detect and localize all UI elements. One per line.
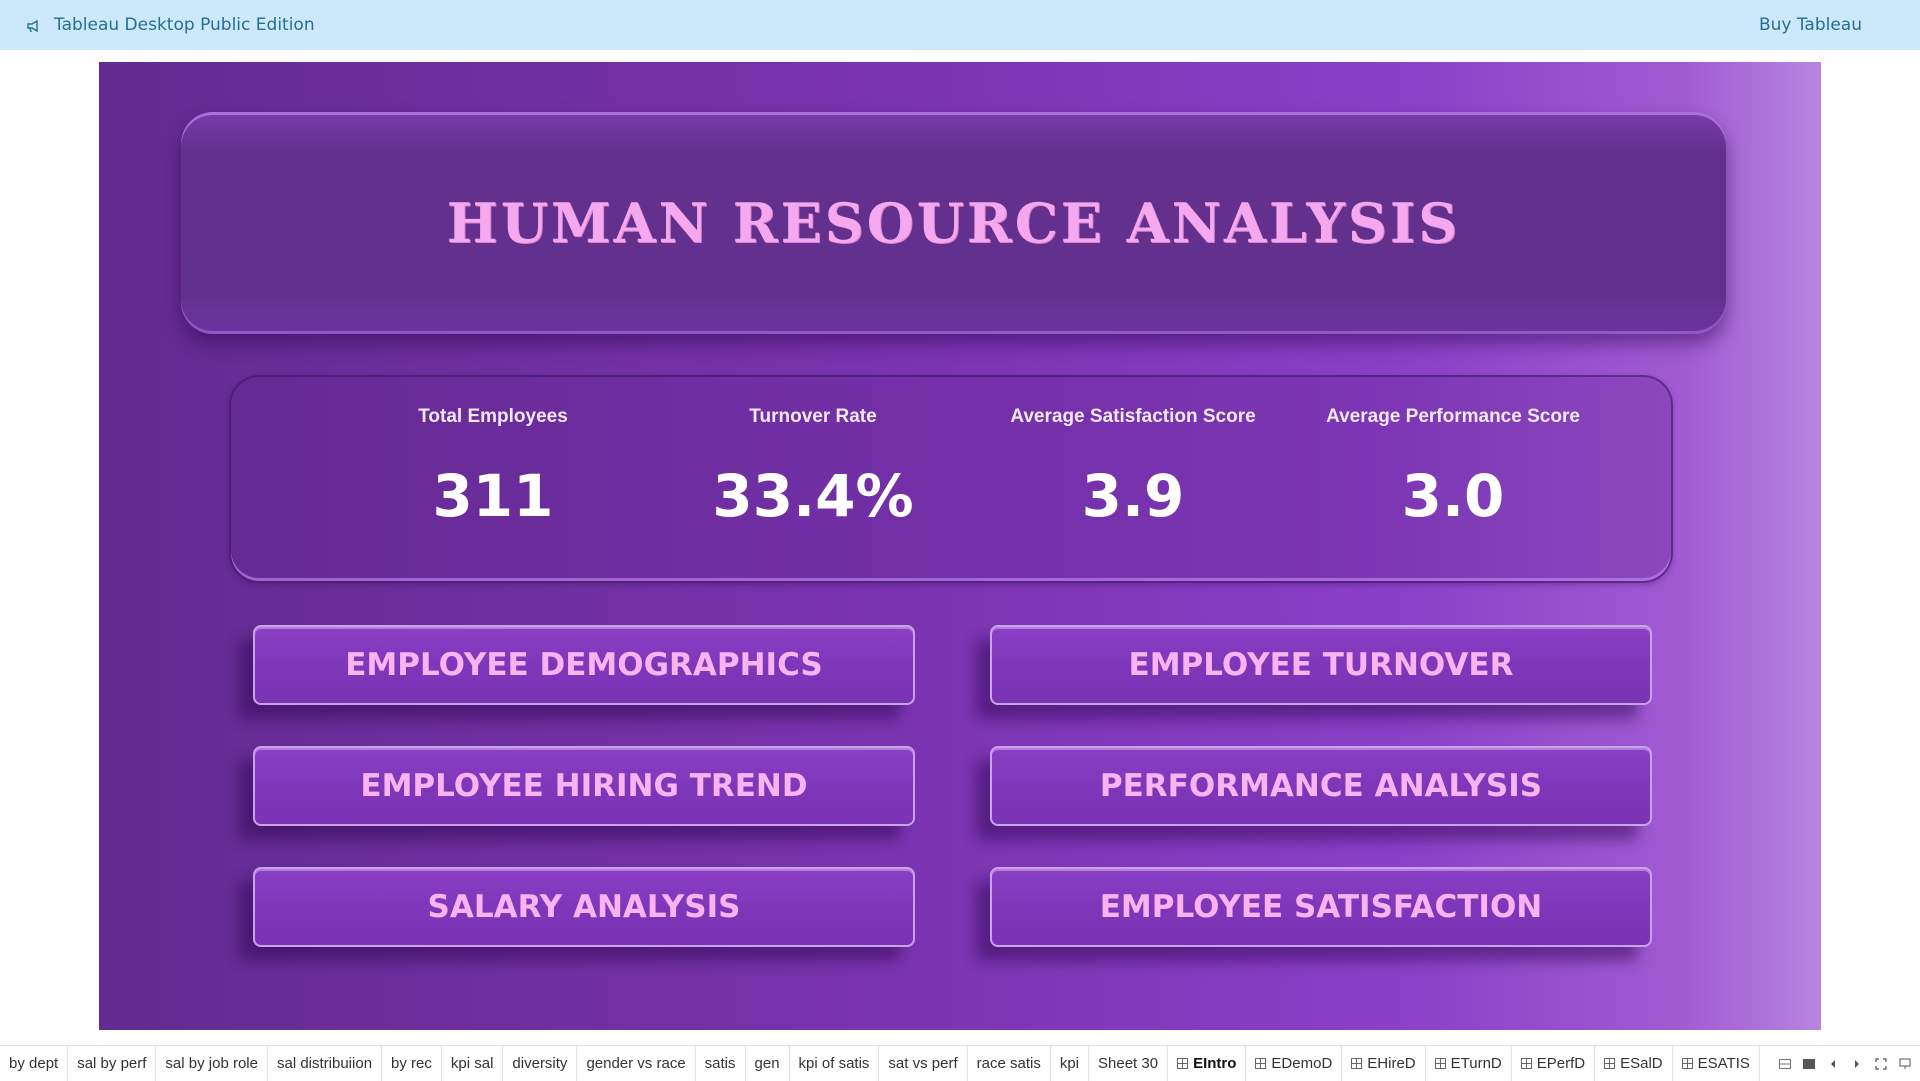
kpi-label: Average Performance Score: [1326, 406, 1580, 427]
show-sheets-icon[interactable]: [1778, 1057, 1792, 1071]
dashboard-grid-icon: [1255, 1058, 1267, 1069]
sheet-tab-label: race satis: [976, 1055, 1041, 1072]
sheet-tab[interactable]: EHireD: [1342, 1046, 1426, 1081]
sheet-tab[interactable]: sal by job role: [156, 1046, 268, 1081]
sheet-tabs: by dept sal by perf sal by job role sal dis…: [0, 1046, 1760, 1081]
next-icon[interactable]: [1850, 1057, 1864, 1071]
performance-analysis-button[interactable]: PERFORMANCE ANALYSIS: [990, 746, 1652, 826]
employee-satisfaction-button[interactable]: EMPLOYEE SATISFACTION: [990, 867, 1652, 947]
sheet-tab-label: diversity: [512, 1055, 568, 1072]
sheet-tab-label: gender vs race: [586, 1055, 686, 1072]
sheet-tab[interactable]: EPerfD: [1512, 1046, 1596, 1081]
kpi-label: Average Satisfaction Score: [1010, 406, 1256, 427]
dashboard-canvas: HUMAN RESOURCE ANALYSIS Total Employees …: [99, 62, 1821, 1030]
sheet-tab-label: Sheet 30: [1098, 1055, 1159, 1072]
kpi-avg-satisfaction: Average Satisfaction Score 3.9: [973, 377, 1293, 530]
employee-demographics-button[interactable]: EMPLOYEE DEMOGRAPHICS: [253, 625, 915, 705]
sheet-tab[interactable]: EDemoD: [1246, 1046, 1343, 1081]
buy-tableau-link[interactable]: Buy Tableau: [1759, 15, 1862, 35]
tab-controls: [1778, 1046, 1920, 1081]
presentation-icon[interactable]: [1898, 1057, 1912, 1071]
dashboard-grid-icon: [1177, 1058, 1189, 1069]
sheet-tab-label: ETurnD: [1450, 1055, 1502, 1072]
sheet-tab[interactable]: gender vs race: [577, 1046, 696, 1081]
megaphone-icon: [26, 18, 40, 33]
banner-left: Tableau Desktop Public Edition: [26, 15, 315, 35]
sheet-tab[interactable]: Sheet 30: [1089, 1046, 1169, 1081]
sheet-tab[interactable]: ESATIS: [1673, 1046, 1760, 1081]
sheet-tab[interactable]: EIntro: [1168, 1046, 1247, 1081]
sheet-tab-label: sat vs perf: [888, 1055, 958, 1072]
sheet-tab-label: EHireD: [1367, 1055, 1416, 1072]
kpi-value: 311: [432, 462, 554, 530]
sheet-tab-bar: by dept sal by perf sal by job role sal dis…: [0, 1045, 1920, 1081]
sheet-tab[interactable]: ETurnD: [1426, 1046, 1512, 1081]
kpi-total-employees: Total Employees 311: [333, 377, 653, 530]
dashboard-grid-icon: [1681, 1058, 1693, 1069]
sheet-tab-label: sal distribuiion: [276, 1055, 373, 1072]
kpi-label: Turnover Rate: [749, 406, 877, 427]
kpi-value: 3.9: [1081, 462, 1185, 530]
sheet-tab-label: ESalD: [1620, 1055, 1663, 1072]
sheet-tab[interactable]: race satis: [968, 1046, 1051, 1081]
kpi-label: Total Employees: [418, 406, 568, 427]
sheet-tab-label: by dept: [9, 1055, 59, 1072]
salary-analysis-button[interactable]: SALARY ANALYSIS: [253, 867, 915, 947]
kpi-avg-performance: Average Performance Score 3.0: [1293, 377, 1613, 530]
sheet-tab[interactable]: by dept: [0, 1046, 69, 1081]
sheet-tab[interactable]: satis: [696, 1046, 746, 1081]
sheet-tab-label: sal by perf: [77, 1055, 147, 1072]
sheet-tab[interactable]: sal distribuiion: [268, 1046, 383, 1081]
sheet-tab[interactable]: sal by perf: [68, 1046, 157, 1081]
dashboard-grid-icon: [1520, 1058, 1532, 1069]
employee-hiring-trend-button[interactable]: EMPLOYEE HIRING TREND: [253, 746, 915, 826]
sheet-tab[interactable]: ESalD: [1595, 1046, 1673, 1081]
sheet-tab-label: by rec: [391, 1055, 432, 1072]
sheet-tab[interactable]: kpi of satis: [790, 1046, 880, 1081]
dashboard-title: HUMAN RESOURCE ANALYSIS: [446, 191, 1461, 255]
dashboard-grid-icon: [1604, 1058, 1616, 1069]
sheet-tab-label: kpi: [1059, 1055, 1080, 1072]
kpi-panel: Total Employees 311 Turnover Rate 33.4% …: [229, 375, 1673, 583]
sheet-tab[interactable]: by rec: [382, 1046, 442, 1081]
filmstrip-icon[interactable]: [1802, 1057, 1816, 1071]
sheet-tab-label: EIntro: [1193, 1055, 1237, 1072]
sheet-tab[interactable]: kpi sal: [442, 1046, 504, 1081]
sheet-tab-label: satis: [704, 1055, 736, 1072]
app-title: Tableau Desktop Public Edition: [54, 15, 315, 35]
top-banner: Tableau Desktop Public Edition Buy Table…: [0, 0, 1920, 50]
sheet-tab-label: sal by job role: [165, 1055, 258, 1072]
sheet-tab-label: EDemoD: [1271, 1055, 1333, 1072]
kpi-turnover-rate: Turnover Rate 33.4%: [653, 377, 973, 530]
dashboard-grid-icon: [1434, 1058, 1446, 1069]
employee-turnover-button[interactable]: EMPLOYEE TURNOVER: [990, 625, 1652, 705]
dashboard-grid-icon: [1351, 1058, 1363, 1069]
prev-icon[interactable]: [1826, 1057, 1840, 1071]
sheet-tab[interactable]: kpi: [1051, 1046, 1090, 1081]
kpi-value: 3.0: [1401, 462, 1505, 530]
sheet-tab[interactable]: sat vs perf: [879, 1046, 968, 1081]
title-panel: HUMAN RESOURCE ANALYSIS: [181, 112, 1726, 334]
sheet-tab[interactable]: diversity: [503, 1046, 578, 1081]
sheet-tab-label: EPerfD: [1536, 1055, 1586, 1072]
sheet-tab-label: kpi sal: [450, 1055, 494, 1072]
sheet-tab-label: gen: [754, 1055, 780, 1072]
sheet-tab-label: kpi of satis: [798, 1055, 870, 1072]
fullscreen-icon[interactable]: [1874, 1057, 1888, 1071]
sheet-tab[interactable]: gen: [746, 1046, 790, 1081]
sheet-tab-label: ESATIS: [1697, 1055, 1750, 1072]
kpi-value: 33.4%: [712, 462, 914, 530]
